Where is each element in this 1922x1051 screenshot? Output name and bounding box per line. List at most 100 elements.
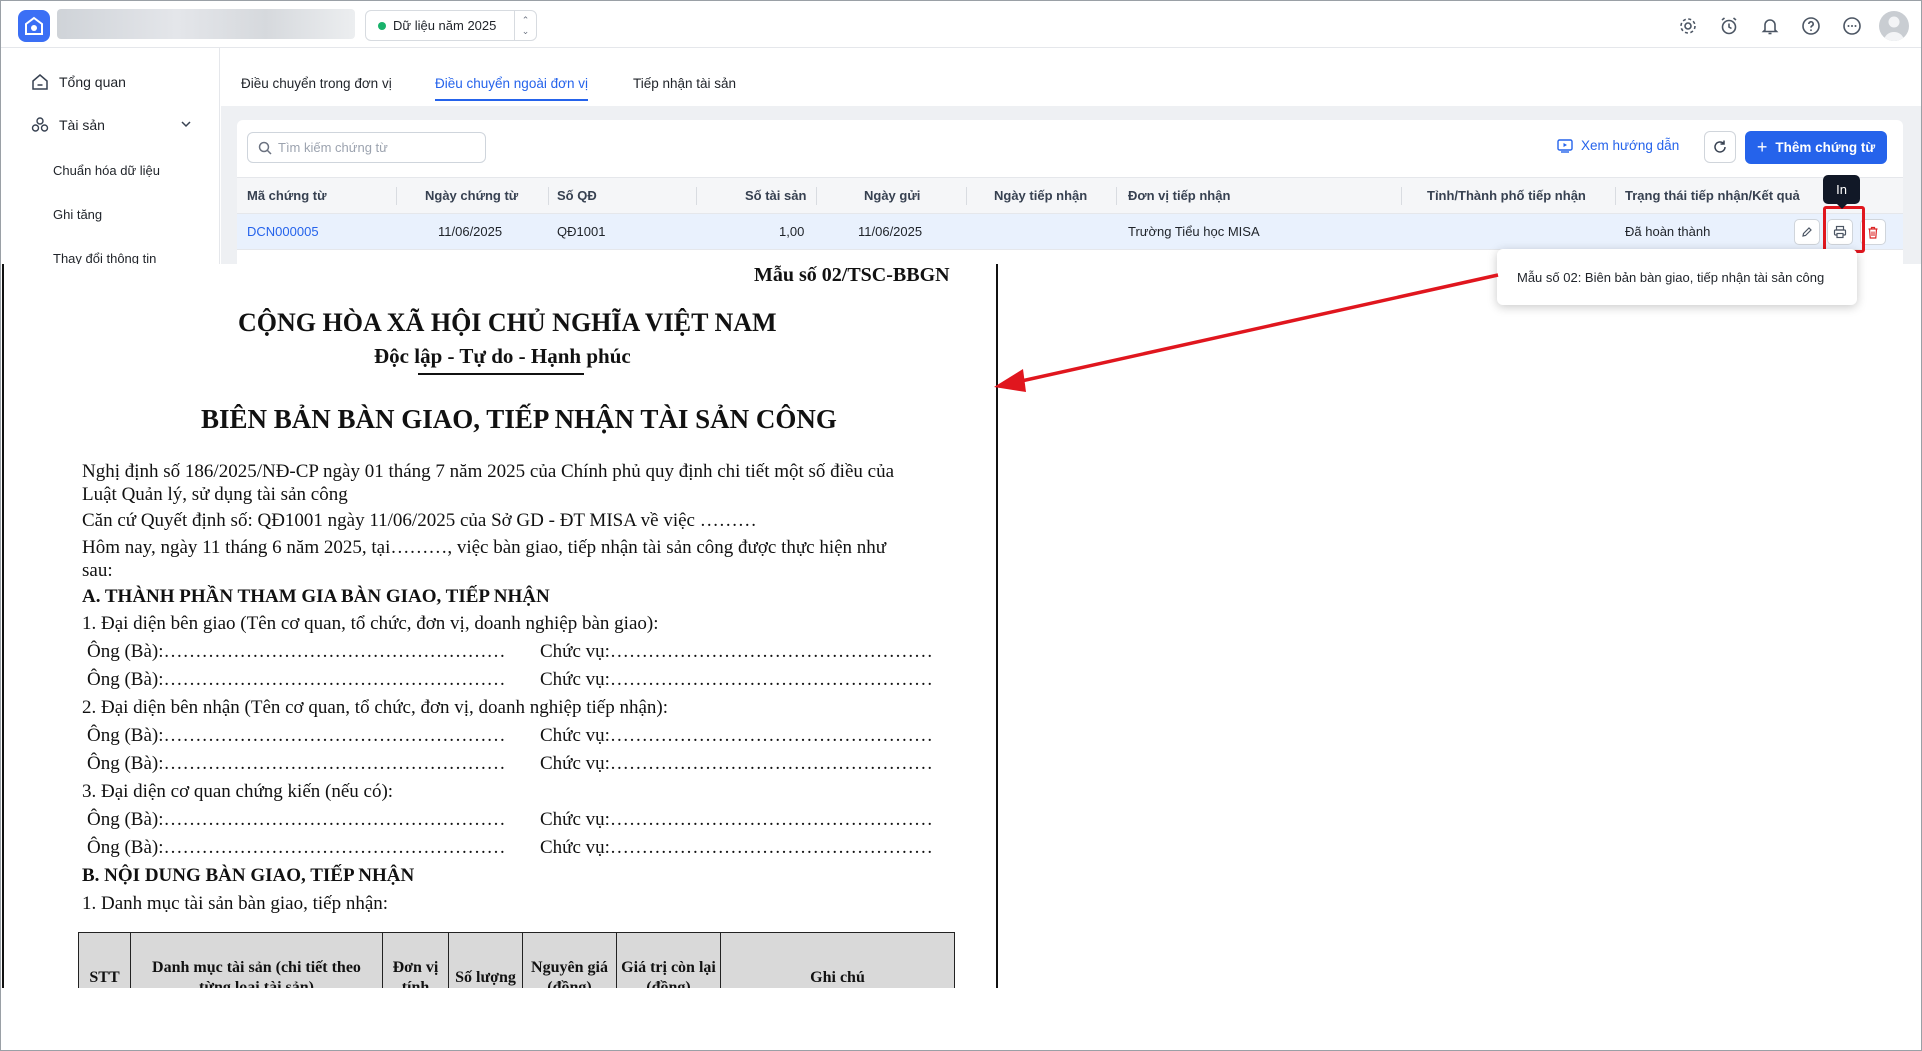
add-voucher-button[interactable]: + Thêm chứng từ xyxy=(1745,131,1887,164)
section-b-heading: B. NỘI DUNG BÀN GIAO, TIẾP NHẬN xyxy=(82,865,415,886)
refresh-button[interactable] xyxy=(1704,131,1736,163)
person-line: Ông (Bà):……………………………………………… xyxy=(87,837,506,858)
sidebar-subitem-increase[interactable]: Ghi tăng xyxy=(53,207,102,222)
receiving-rep: 2. Đại diện bên nhận (Tên cơ quan, tổ ch… xyxy=(82,697,668,718)
tab-bar: Điều chuyển trong đơn vị Điều chuyển ngo… xyxy=(221,48,1921,106)
position-line: Chức vụ:…………………………………………… xyxy=(540,725,933,746)
year-selector[interactable]: Dữ liệu năm 2025 ⌃ ⌄ xyxy=(365,10,537,41)
print-template-item[interactable]: Mẫu số 02: Biên bản bàn giao, tiếp nhận … xyxy=(1517,270,1824,285)
sidebar-item-overview[interactable]: Tổng quan xyxy=(1,64,220,100)
video-guide-icon xyxy=(1557,138,1573,153)
bell-icon[interactable] xyxy=(1756,12,1784,40)
voucher-date: 11/06/2025 xyxy=(438,224,503,239)
form-number: Mẫu số 02/TSC-BBGN xyxy=(754,264,950,286)
status-text: Đã hoàn thành xyxy=(1625,224,1711,239)
column-header[interactable]: Mã chứng từ xyxy=(247,188,327,203)
settings-icon[interactable] xyxy=(1674,12,1702,40)
edit-button[interactable] xyxy=(1794,219,1820,245)
table-row[interactable]: DCN000005 11/06/2025 QĐ1001 1,00 11/06/2… xyxy=(237,214,1903,250)
trash-icon xyxy=(1868,226,1878,239)
tab-asset-receipt[interactable]: Tiếp nhận tài sản xyxy=(633,76,736,99)
print-tooltip: In xyxy=(1823,175,1860,209)
sidebar-item-assets[interactable]: Tài sản xyxy=(1,107,220,143)
sidebar-item-label: Tổng quan xyxy=(59,74,126,90)
print-button-highlight xyxy=(1823,206,1865,253)
search-icon xyxy=(258,141,272,155)
sidebar-subitem-normalize[interactable]: Chuẩn hóa dữ liệu xyxy=(53,163,160,178)
person-line: Ông (Bà):……………………………………………… xyxy=(87,641,506,662)
position-line: Chức vụ:…………………………………………… xyxy=(540,753,933,774)
position-line: Chức vụ:…………………………………………… xyxy=(540,669,933,690)
position-line: Chức vụ:…………………………………………… xyxy=(540,641,933,662)
sidebar: Tổng quan Tài sản Chuẩn hóa dữ liệu Ghi … xyxy=(1,48,220,266)
alarm-icon[interactable] xyxy=(1715,12,1743,40)
receiving-unit: Trường Tiểu học MISA xyxy=(1128,224,1260,239)
print-template-menu: Mẫu số 02: Biên bản bàn giao, tiếp nhận … xyxy=(1497,249,1857,305)
guide-link[interactable]: Xem hướng dẫn xyxy=(1557,138,1679,153)
status-dot-icon xyxy=(378,21,386,30)
decision-number: QĐ1001 xyxy=(557,224,606,239)
person-line: Ông (Bà):……………………………………………… xyxy=(87,669,506,690)
tab-external-transfer[interactable]: Điều chuyển ngoài đơn vị xyxy=(435,76,588,101)
plus-icon: + xyxy=(1756,137,1768,157)
top-bar: Dữ liệu năm 2025 ⌃ ⌄ xyxy=(1,1,1921,48)
decree-line-1: Nghị định số 186/2025/NĐ-CP ngày 01 thán… xyxy=(82,461,894,482)
table-header-cell: Giá trị còn lại (đồng) xyxy=(616,932,721,988)
column-header[interactable]: Ngày chứng từ xyxy=(425,188,518,203)
asset-handover-table: STT Danh mục tài sản (chi tiết theo từng… xyxy=(78,932,955,988)
position-line: Chức vụ:…………………………………………… xyxy=(540,837,933,858)
column-header[interactable]: Trạng thái tiếp nhận/Kết quả xyxy=(1625,188,1800,203)
home-icon xyxy=(29,71,51,93)
today-line-1: Hôm nay, ngày 11 tháng 6 năm 2025, tại……… xyxy=(82,537,887,558)
person-line: Ông (Bà):……………………………………………… xyxy=(87,725,506,746)
sidebar-item-label: Tài sản xyxy=(59,117,105,133)
blurred-organization-name xyxy=(57,9,355,39)
document-preview: Mẫu số 02/TSC-BBGN CỘNG HÒA XÃ HỘI CHỦ N… xyxy=(2,264,998,988)
table-header-cell: Ghi chú xyxy=(720,932,955,988)
table-header-cell: Nguyên giá (đồng) xyxy=(522,932,617,988)
year-stepper[interactable]: ⌃ ⌄ xyxy=(514,11,536,40)
pencil-icon xyxy=(1802,227,1812,237)
decree-line-2: Luật Quản lý, sử dụng tài sản công xyxy=(82,484,348,505)
add-voucher-label: Thêm chứng từ xyxy=(1775,140,1876,155)
asset-list-heading: 1. Danh mục tài sản bàn giao, tiếp nhận: xyxy=(82,893,389,914)
assets-icon xyxy=(29,114,51,136)
today-line-2: sau: xyxy=(82,560,113,581)
handover-rep: 1. Đại diện bên giao (Tên cơ quan, tổ ch… xyxy=(82,613,659,634)
voucher-code-link[interactable]: DCN000005 xyxy=(247,224,319,239)
column-header[interactable]: Ngày gửi xyxy=(864,188,920,203)
app-logo-icon[interactable] xyxy=(18,10,50,42)
column-header[interactable]: Tỉnh/Thành phố tiếp nhận xyxy=(1427,188,1586,203)
year-label: Dữ liệu năm 2025 xyxy=(393,18,497,33)
chevron-down-icon[interactable] xyxy=(180,118,192,130)
chevron-down-icon[interactable]: ⌄ xyxy=(522,26,530,37)
guide-label: Xem hướng dẫn xyxy=(1581,138,1680,153)
witness-rep: 3. Đại diện cơ quan chứng kiến (nếu có): xyxy=(82,781,394,802)
tab-internal-transfer[interactable]: Điều chuyển trong đơn vị xyxy=(241,76,392,99)
top-icons-group xyxy=(1674,11,1909,41)
table-header-cell: STT xyxy=(78,932,131,988)
column-header[interactable]: Số tài sản xyxy=(745,188,806,203)
refresh-icon xyxy=(1714,140,1726,153)
position-line: Chức vụ:…………………………………………… xyxy=(540,809,933,830)
section-a-heading: A. THÀNH PHẦN THAM GIA BÀN GIAO, TIẾP NH… xyxy=(82,586,550,607)
help-icon[interactable] xyxy=(1797,12,1825,40)
motto-underline xyxy=(418,373,584,375)
avatar[interactable] xyxy=(1879,11,1909,41)
asset-count: 1,00 xyxy=(779,224,805,239)
table-header-cell: Đơn vị tính xyxy=(382,932,449,988)
column-header[interactable]: Đơn vị tiếp nhận xyxy=(1128,188,1230,203)
column-header[interactable]: Ngày tiếp nhận xyxy=(994,188,1087,203)
person-line: Ông (Bà):……………………………………………… xyxy=(87,753,506,774)
table-header-cell: Danh mục tài sản (chi tiết theo từng loạ… xyxy=(130,932,383,988)
table-header: Mã chứng từ Ngày chứng từ Số QĐ Số tài s… xyxy=(237,177,1903,214)
chevron-up-icon[interactable]: ⌃ xyxy=(522,15,530,26)
search-placeholder: Tìm kiếm chứng từ xyxy=(278,140,388,155)
sent-date: 11/06/2025 xyxy=(858,224,923,239)
nation-heading: CỘNG HÒA XÃ HỘI CHỦ NGHĨA VIỆT NAM xyxy=(238,308,777,337)
column-header[interactable]: Số QĐ xyxy=(557,188,597,203)
search-input[interactable]: Tìm kiếm chứng từ xyxy=(247,132,486,163)
motto: Độc lập - Tự do - Hạnh phúc xyxy=(374,344,631,368)
more-icon[interactable] xyxy=(1838,12,1866,40)
voucher-panel: Tìm kiếm chứng từ Xem hướng dẫn + Thêm c… xyxy=(237,120,1903,264)
